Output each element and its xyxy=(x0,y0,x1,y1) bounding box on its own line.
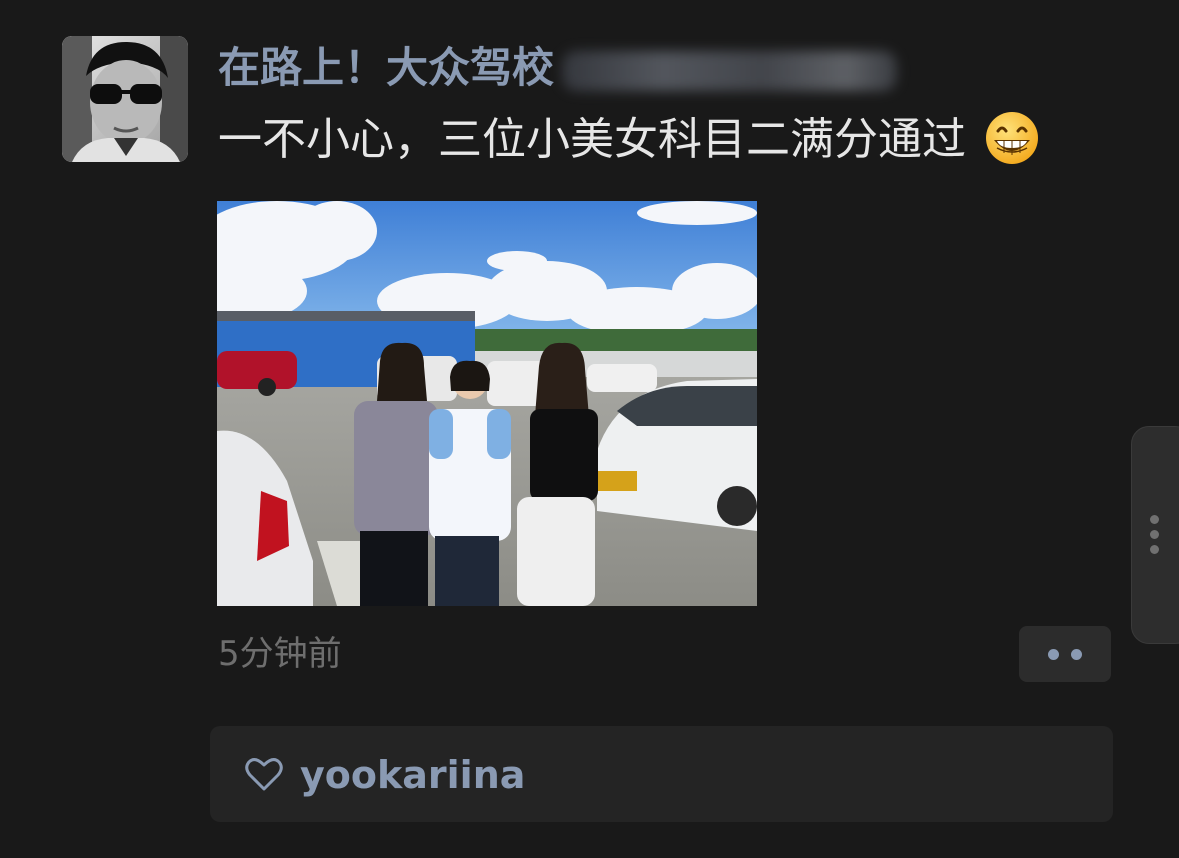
side-drawer-handle[interactable] xyxy=(1131,426,1179,644)
more-options-button[interactable] xyxy=(1019,626,1111,682)
likes-panel: yookariina xyxy=(210,726,1113,822)
photo-three-girls-driving-school xyxy=(217,201,757,606)
author-name[interactable]: 在路上！大众驾校 xyxy=(218,40,898,96)
moments-feed-item: 在路上！大众驾校 一不小心，三位小美女科目二满分通过 5分钟前 yookarii… xyxy=(0,0,1179,858)
avatar-photo xyxy=(62,36,188,162)
post-text: 一不小心，三位小美女科目二满分通过 xyxy=(218,110,1040,170)
author-name-text: 在路上！大众驾校 xyxy=(218,43,555,92)
author-avatar[interactable] xyxy=(62,36,188,162)
grinning-face-emoji xyxy=(984,110,1040,166)
post-timestamp: 5分钟前 xyxy=(218,634,342,674)
post-photo[interactable] xyxy=(217,201,757,606)
blurred-name-suffix xyxy=(562,50,898,91)
post-text-content: 一不小心，三位小美女科目二满分通过 xyxy=(218,114,966,165)
liker-name[interactable]: yookariina xyxy=(300,750,525,800)
heart-icon xyxy=(244,755,284,795)
